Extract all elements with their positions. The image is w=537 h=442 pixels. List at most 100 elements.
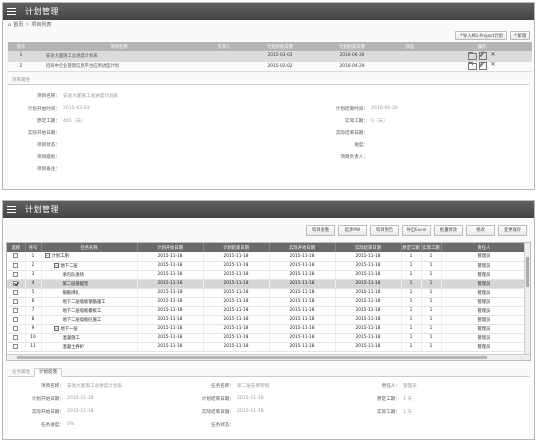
tab-plan-feedback[interactable]: 计划反馈 xyxy=(34,368,62,377)
row-checkbox[interactable] xyxy=(13,280,19,286)
task-row[interactable]: 10 混凝施工 2015-11-18 2015-11-18 2015-11-18 2015… xyxy=(7,333,528,343)
menu-icon[interactable] xyxy=(3,3,20,20)
horizontal-scrollbar[interactable] xyxy=(7,354,530,360)
task-properties-form: 项目名称： 安发大厦施工总进度计划表 任务名称： 第二层支撑架钢 责任人： 管理… xyxy=(8,377,529,439)
actual-duration: 1 xyxy=(421,279,442,289)
row-checkbox[interactable] xyxy=(13,316,19,322)
col-header[interactable]: 序号 xyxy=(25,243,42,252)
col-header: 操作 xyxy=(432,42,532,51)
vertical-scrollbar[interactable] xyxy=(524,243,530,360)
task-row[interactable]: 6 地下二层墙板钢筋施工 2015-11-18 2015-11-18 2015-11-1… xyxy=(7,297,528,307)
row-checkbox[interactable] xyxy=(13,271,19,277)
open-folder-icon[interactable] xyxy=(467,62,477,70)
delete-icon[interactable]: ✕ xyxy=(490,62,497,68)
actual-duration-value: 0（天） xyxy=(371,118,388,124)
menu-icon[interactable] xyxy=(3,201,20,218)
project-row[interactable]: 1 安发大厦施工总进度计划表 2015-03-03 2016-06-30 ✕ xyxy=(8,51,532,62)
task-name[interactable]: 第二层基础垫 xyxy=(63,282,89,287)
col-header[interactable]: 项目名称 xyxy=(34,42,204,51)
task-name-cell: 混凝施工 xyxy=(41,333,138,343)
task-row[interactable]: 2− 地下二层 2015-11-18 2015-11-18 2015-11-18 2015… xyxy=(7,261,528,271)
col-header[interactable]: 计划开始日期 xyxy=(137,243,204,252)
batch-edit-button[interactable]: 批量修改 xyxy=(434,224,463,236)
open-folder-icon[interactable] xyxy=(467,51,477,60)
planned-duration: 1 xyxy=(401,324,422,334)
col-header[interactable]: 任务名称 xyxy=(41,243,138,252)
project-notice-button[interactable]: 项目预告 xyxy=(370,224,399,236)
col-header[interactable]: 计划结束日期 xyxy=(203,243,270,252)
row-checkbox[interactable] xyxy=(13,325,19,331)
col-header[interactable]: 计划开始日期 xyxy=(244,42,316,51)
task-owner: 管理员 xyxy=(441,306,528,316)
row-checkbox[interactable] xyxy=(13,262,19,268)
row-checkbox[interactable] xyxy=(13,289,19,295)
edit-button[interactable]: 修改 xyxy=(466,224,495,236)
task-row[interactable]: 8 地下二层墙板砼施工 2015-11-18 2015-11-18 2015-11-18… xyxy=(7,315,528,325)
project-name[interactable]: 招商中企业管理信息平台应用进度计划 xyxy=(34,61,204,72)
task-name[interactable]: 地下二层墙板钢筋施工 xyxy=(63,300,106,305)
col-header[interactable]: 状态 xyxy=(388,42,432,51)
task-row[interactable]: 4 第二层基础垫 2015-11-18 2015-11-18 2015-11-18 201… xyxy=(7,279,528,289)
col-header[interactable]: 实际开始日期 xyxy=(269,243,336,252)
col-header[interactable]: 责任人 xyxy=(441,243,528,252)
task-row[interactable]: 9− 地下一层 2015-11-18 2015-11-18 2015-11-18 2015… xyxy=(7,324,528,334)
task-row[interactable]: 7 地下二层墙板模板工 2015-11-18 2015-11-18 2015-11-18… xyxy=(7,306,528,316)
add-project-button[interactable]: + 新增 xyxy=(509,31,530,40)
tab-task-properties[interactable]: 任务属性 xyxy=(8,369,34,376)
note-label: 项目备注： xyxy=(37,166,60,172)
delete-icon[interactable]: ✕ xyxy=(490,51,497,58)
row-checkbox[interactable] xyxy=(13,343,19,349)
task-row[interactable]: 5 钢筋绑扎 2015-11-18 2015-11-18 2015-11-18 2015-… xyxy=(7,288,528,298)
home-icon[interactable]: ⌂ xyxy=(8,22,11,28)
task-name[interactable]: 混凝土养护 xyxy=(63,345,84,350)
project-name[interactable]: 安发大厦施工总进度计划表 xyxy=(34,51,204,62)
actual-duration: 1 xyxy=(421,261,442,271)
scroll-thumb[interactable] xyxy=(526,257,529,287)
col-header[interactable]: 原定工期 xyxy=(401,243,422,252)
task-name[interactable]: 地下二层墙板模板工 xyxy=(63,309,102,314)
row-checkbox[interactable] xyxy=(13,307,19,313)
task-row[interactable]: 3 承包队进场 2015-11-18 2015-11-18 2015-11-18 2015… xyxy=(7,270,528,280)
task-name-cell: 承包队进场 xyxy=(41,270,138,280)
actual-duration-value: 1 天 xyxy=(403,410,412,415)
planned-duration: 1 xyxy=(401,252,422,262)
actual-duration: 1 xyxy=(421,270,442,280)
col-header[interactable]: 负责人 xyxy=(204,42,244,51)
plan-end-value: 2016-06-30 xyxy=(371,105,398,111)
collapse-toggle-icon[interactable]: − xyxy=(44,253,50,259)
row-checkbox[interactable] xyxy=(13,334,19,340)
collapse-toggle-icon[interactable]: − xyxy=(53,262,59,268)
task-owner: 管理员 xyxy=(441,270,528,280)
task-name[interactable]: 地下二层 xyxy=(61,264,78,269)
tab-project-properties[interactable]: 项目属性 xyxy=(8,77,34,84)
edit-icon[interactable] xyxy=(478,62,487,70)
row-checkbox[interactable] xyxy=(13,298,19,304)
task-name[interactable]: 地下二层墙板砼施工 xyxy=(63,318,102,323)
row-number: 1 xyxy=(8,51,34,62)
col-header[interactable]: 序号 xyxy=(8,42,34,51)
task-row[interactable]: 11 混凝土养护 2015-11-18 2015-11-18 2015-11-18 201… xyxy=(7,342,528,352)
save-changes-button[interactable]: 变更保存 xyxy=(498,224,527,236)
breadcrumb-home[interactable]: 首页 xyxy=(13,21,23,28)
row-number: 4 xyxy=(25,279,42,289)
export-excel-button[interactable]: 导出Excel xyxy=(402,224,431,236)
collapse-toggle-icon[interactable]: − xyxy=(53,325,59,331)
task-row[interactable]: 1− 计划工期 2015-11-18 2015-11-18 2015-11-18 2015… xyxy=(7,252,528,262)
col-header[interactable]: 实际结束日期 xyxy=(335,243,402,252)
breadcrumb-current: 项目列表 xyxy=(31,22,52,28)
task-name[interactable]: 计划工期 xyxy=(52,254,69,259)
start-pw-button[interactable]: 起步PW xyxy=(338,224,367,236)
row-checkbox[interactable] xyxy=(13,253,19,259)
task-name[interactable]: 钢筋绑扎 xyxy=(63,291,80,296)
col-header[interactable]: 实际工期 xyxy=(421,243,442,252)
task-name[interactable]: 混凝施工 xyxy=(63,336,80,341)
col-header[interactable]: 计划结束日期 xyxy=(316,42,388,51)
view-project-button[interactable]: 项目查看 xyxy=(306,224,335,236)
scroll-thumb[interactable] xyxy=(17,356,487,359)
edit-icon[interactable] xyxy=(478,51,487,60)
task-name[interactable]: 地下一层 xyxy=(61,327,78,332)
import-ms-project-button[interactable]: + 导入MS-Project计划 xyxy=(455,31,507,40)
project-row[interactable]: 2 招商中企业管理信息平台应用进度计划 2015-02-02 2016-04-2… xyxy=(8,61,532,72)
task-name[interactable]: 承包队进场 xyxy=(63,273,84,278)
actual-start: 2015-11-18 xyxy=(269,297,336,307)
